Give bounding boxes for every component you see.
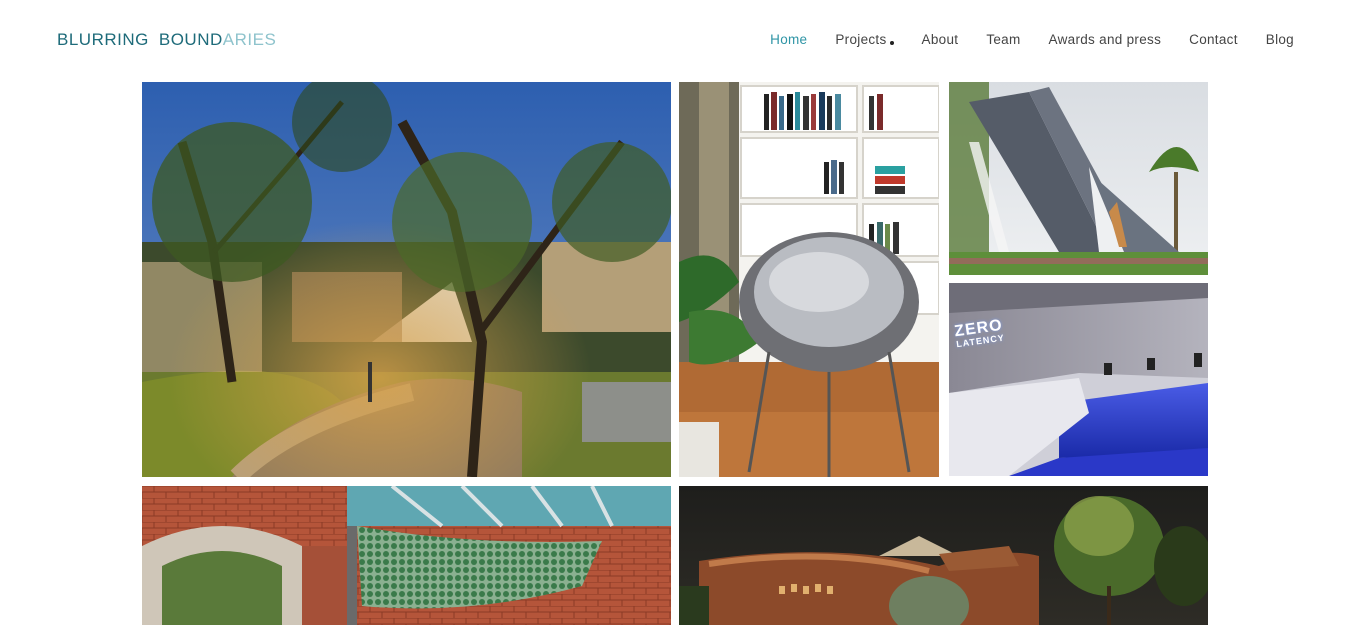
site-logo[interactable]: BLURRING BOUNDARIES: [57, 30, 276, 50]
project-image-zero-latency[interactable]: ZERO LATENCY: [949, 283, 1208, 476]
nav-projects-label: Projects: [835, 32, 887, 47]
logo-word-1: BLURRING: [57, 30, 149, 49]
project-image-garden-dusk[interactable]: [142, 82, 671, 477]
night-building-photo: [679, 486, 1208, 625]
nav-projects[interactable]: Projects: [835, 32, 894, 47]
dropdown-dot-icon: [889, 40, 894, 45]
nav-contact[interactable]: Contact: [1189, 32, 1238, 47]
project-image-brick-interior[interactable]: [142, 486, 671, 625]
logo-word-2b: ARIES: [222, 30, 277, 49]
zero-latency-photo: [949, 283, 1208, 476]
a-frame-photo: [949, 82, 1208, 275]
site-header: BLURRING BOUNDARIES Home Projects About T…: [0, 0, 1349, 80]
logo-word-2a: BOUND: [158, 30, 223, 49]
reading-nook-photo: [679, 82, 939, 477]
nav-home[interactable]: Home: [770, 32, 807, 47]
nav-blog[interactable]: Blog: [1266, 32, 1294, 47]
project-image-reading-nook[interactable]: [679, 82, 939, 477]
garden-dusk-photo: [142, 82, 671, 477]
main-nav: Home Projects About Team Awards and pres…: [770, 32, 1294, 47]
nav-about[interactable]: About: [922, 32, 959, 47]
nav-awards-and-press[interactable]: Awards and press: [1049, 32, 1162, 47]
brick-interior-photo: [142, 486, 671, 625]
project-image-night-building[interactable]: [679, 486, 1208, 625]
nav-team[interactable]: Team: [986, 32, 1020, 47]
project-image-a-frame-house[interactable]: [949, 82, 1208, 275]
